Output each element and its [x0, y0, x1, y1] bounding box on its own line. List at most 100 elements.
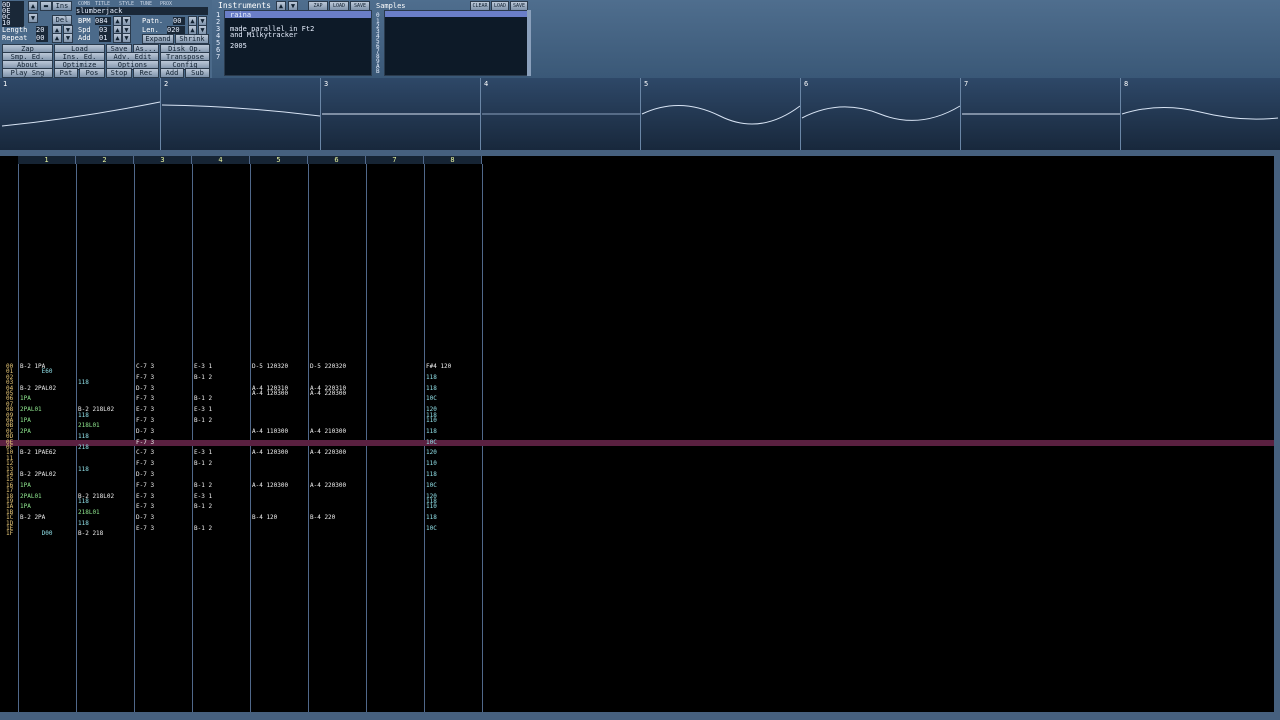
pattern-cell[interactable]: B-2 2PAL02	[20, 385, 56, 391]
pattern-cell[interactable]: A-4 120300	[252, 391, 288, 397]
pattern-cell[interactable]: E-7 3	[136, 407, 154, 413]
pattern-cell[interactable]: F#4 120	[426, 364, 451, 370]
pattern-cell[interactable]: B-1 2	[194, 526, 212, 532]
pattern-cell[interactable]: F-7 3	[136, 461, 154, 467]
vertical-scrollbar[interactable]	[1274, 156, 1280, 712]
repeat-up-button[interactable]: ▲	[52, 33, 62, 43]
pattern-cell[interactable]: F-7 3	[136, 482, 154, 488]
pattern-cell[interactable]: B-2 2PAL02	[20, 472, 56, 478]
pattern-cell[interactable]: F-7 3	[136, 374, 154, 380]
pattern-cell[interactable]: A-4 110300	[252, 428, 288, 434]
pattern-cell[interactable]: 2PAL01	[20, 493, 42, 499]
pattern-cell[interactable]: D-5 120320	[252, 364, 288, 370]
pattern-cell[interactable]: 10C	[426, 482, 437, 488]
pattern-cell[interactable]: A-4 220300	[310, 450, 346, 456]
pattern-cell[interactable]: E-7 3	[136, 526, 154, 532]
pattern-cell[interactable]: F-7 3	[136, 396, 154, 402]
pattern-cell[interactable]: E-3 1	[194, 407, 212, 413]
pattern-cell[interactable]: 218L01	[78, 509, 100, 515]
pattern-cell[interactable]: D00	[20, 531, 53, 537]
pattern-cell[interactable]: 2PAL01	[20, 407, 42, 413]
instrument-line[interactable]: 2005	[230, 43, 247, 50]
instrument-line[interactable]: raina	[230, 12, 251, 19]
play-position-button[interactable]: Pos	[79, 68, 105, 78]
del-button[interactable]: Del	[52, 15, 72, 25]
pattern-cell[interactable]: F-7 3	[136, 418, 154, 424]
pattern-cell[interactable]: 118	[426, 374, 437, 380]
play-song-button[interactable]: Play Sng	[2, 68, 53, 78]
pattern-cell[interactable]: 120	[426, 450, 437, 456]
play-pattern-button[interactable]: Pat	[54, 68, 78, 78]
pattern-cell[interactable]: D-5 220320	[310, 364, 346, 370]
pattern-cell[interactable]: F-7 3	[136, 439, 154, 445]
channel-header-4[interactable]: 4	[192, 156, 250, 164]
scope-channel-3[interactable]: 3	[321, 78, 481, 150]
record-button[interactable]: Rec	[133, 68, 159, 78]
pattern-cell[interactable]: 10C	[426, 439, 437, 445]
pattern-cell[interactable]: B-2 218	[78, 531, 103, 537]
pattern-cell[interactable]: C-7 3	[136, 364, 154, 370]
scope-channel-5[interactable]: 5	[641, 78, 801, 150]
pattern-cell[interactable]: D-7 3	[136, 428, 154, 434]
add-down-button[interactable]: ▼	[122, 33, 131, 43]
pattern-cell[interactable]: 118	[78, 434, 89, 440]
scope-channel-4[interactable]: 4	[481, 78, 641, 150]
pattern-cell[interactable]: B-1 2	[194, 504, 212, 510]
expand-button[interactable]: Expand	[142, 34, 174, 44]
pos-up-button[interactable]: ▲	[28, 1, 38, 11]
pattern-cell[interactable]: A-4 220300	[310, 391, 346, 397]
repeat-down-button[interactable]: ▼	[63, 33, 73, 43]
pattern-cell[interactable]: B-1 2	[194, 482, 212, 488]
stop-button[interactable]: Stop	[106, 68, 132, 78]
pattern-cell[interactable]: 218L01	[78, 423, 100, 429]
pattern-cell[interactable]: 118	[426, 428, 437, 434]
channel-header-5[interactable]: 5	[250, 156, 308, 164]
instrument-line[interactable]: and Milkytracker	[230, 32, 297, 39]
pattern-cell[interactable]: 10C	[426, 396, 437, 402]
pattern-cell[interactable]: B-1 2	[194, 461, 212, 467]
pattern-cell[interactable]: 110	[426, 461, 437, 467]
pattern-cell[interactable]: B-2 1PAE62	[20, 450, 56, 456]
pattern-cell[interactable]: E-3 1	[194, 364, 212, 370]
pattern-cell[interactable]: 118	[78, 466, 89, 472]
pattern-cell[interactable]: 10C	[426, 526, 437, 532]
pos-down-button[interactable]: ▼	[28, 13, 38, 23]
channel-header-6[interactable]: 6	[308, 156, 366, 164]
pattern-cell[interactable]: 118	[426, 515, 437, 521]
shrink-button[interactable]: Shrink	[175, 34, 209, 44]
pos-edit-button[interactable]: ▬	[40, 1, 52, 11]
add-up-button[interactable]: ▲	[113, 33, 122, 43]
instrument-list[interactable]: raina made parallel in Ft2 and Milkytrac…	[224, 10, 372, 76]
pattern-cell[interactable]: A-4 120300	[252, 482, 288, 488]
channel-header-8[interactable]: 8	[424, 156, 482, 164]
pattern-cell[interactable]: 1PA	[20, 418, 31, 424]
add-button[interactable]: Add	[160, 68, 184, 78]
pattern-cell[interactable]: C-7 3	[136, 450, 154, 456]
channel-header-3[interactable]: 3	[134, 156, 192, 164]
sub-button[interactable]: Sub	[185, 68, 210, 78]
pattern-cell[interactable]: B-1 2	[194, 396, 212, 402]
scope-channel-2[interactable]: 2	[161, 78, 321, 150]
channel-header-7[interactable]: 7	[366, 156, 424, 164]
pattern-cell[interactable]: 118	[426, 472, 437, 478]
pattern-editor[interactable]: 1 2 3 4 5 6 7 8 00 B-2 1PA C-7 3 E-3 1 D-5 120320 D-5…	[0, 156, 1274, 712]
pattern-cell[interactable]: E-3 1	[194, 493, 212, 499]
pattern-cell[interactable]: 118	[78, 412, 89, 418]
channel-header-1[interactable]: 1	[18, 156, 76, 164]
pattern-cell[interactable]: 1PA	[20, 396, 31, 402]
sample-list[interactable]	[384, 10, 528, 76]
ins-button[interactable]: Ins	[52, 1, 72, 11]
horizontal-scrollbar-bottom[interactable]	[0, 712, 1280, 720]
song-name-field[interactable]: slumberjack	[76, 7, 208, 15]
pattern-cell[interactable]: E-7 3	[136, 493, 154, 499]
scope-channel-1[interactable]: 1	[0, 78, 161, 150]
pattern-cell[interactable]: 1PA	[20, 482, 31, 488]
scope-channel-6[interactable]: 6	[801, 78, 961, 150]
channel-header-2[interactable]: 2	[76, 156, 134, 164]
pattern-cell[interactable]: A-4 210300	[310, 428, 346, 434]
pattern-cell[interactable]: D-7 3	[136, 472, 154, 478]
pattern-cell[interactable]: 218	[78, 445, 89, 451]
pattern-cell[interactable]: 110	[426, 504, 437, 510]
pattern-cell[interactable]: 2PA	[20, 428, 31, 434]
pattern-cell[interactable]: A-4 220300	[310, 482, 346, 488]
